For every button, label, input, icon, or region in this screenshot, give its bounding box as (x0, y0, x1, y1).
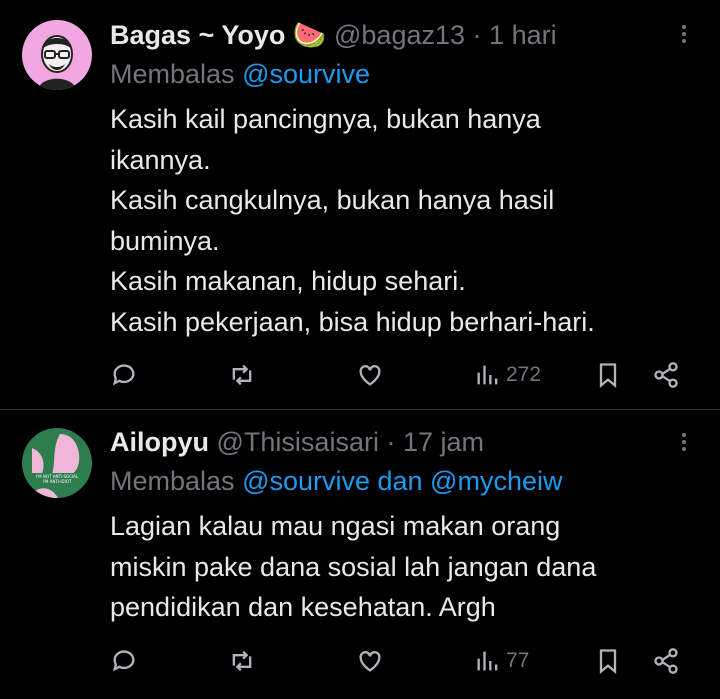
svg-text:I'M ANTI-IDIOT: I'M ANTI-IDIOT (43, 479, 72, 484)
emoji: 🍉 (292, 20, 327, 50)
tweet-text-line: miskin pake dana sosial lah jangan dana (110, 551, 597, 582)
more-icon[interactable] (672, 22, 696, 50)
reply-icon (112, 364, 135, 386)
tweet-text-line: buminya. (110, 225, 220, 256)
reply-mentions[interactable]: @sourvive (242, 59, 370, 89)
views-button[interactable]: 272 (474, 358, 541, 392)
retweet-button[interactable] (228, 358, 256, 392)
display-name[interactable]: Ailopyu (110, 427, 209, 457)
action-bar: 272 (110, 358, 690, 392)
timestamp[interactable]: 1 hari (489, 20, 557, 50)
share-button[interactable] (652, 358, 680, 392)
tweet[interactable]: I'M NOT ANTI-SOCIAL I'M ANTI-IDIOT Ailop… (0, 410, 720, 699)
views-button[interactable]: 77 (474, 644, 529, 678)
bookmark-button[interactable] (594, 358, 622, 392)
separator: · (386, 427, 396, 457)
timestamp[interactable]: 17 jam (403, 427, 484, 457)
tweet-text-line: ikannya. (110, 144, 211, 175)
reply-prefix: Membalas (110, 466, 235, 496)
tweet-text-line: Kasih pekerjaan, bisa hidup berhari-hari… (110, 306, 595, 337)
like-button[interactable] (356, 358, 384, 392)
tweet[interactable]: Bagas ~ Yoyo 🍉 @bagaz13 · 1 hari Membala… (0, 0, 720, 410)
views-count: 272 (506, 363, 542, 386)
tweet-text-line: Lagian kalau mau ngasi makan orang (110, 511, 561, 541)
bookmark-icon (599, 363, 617, 388)
reply-button[interactable] (110, 644, 138, 678)
action-bar: 77 (110, 644, 690, 678)
handle[interactable]: @bagaz13 (334, 20, 465, 50)
avatar[interactable]: I'M NOT ANTI-SOCIAL I'M ANTI-IDIOT (22, 428, 92, 498)
reply-mentions[interactable]: @sourvive dan @mycheiw (242, 466, 562, 496)
retweet-icon (232, 650, 252, 672)
tweet-text-line: pendidikan dan kesehatan. Argh (110, 592, 496, 622)
reply-icon (112, 650, 135, 672)
separator: · (472, 20, 482, 50)
display-name[interactable]: Bagas ~ Yoyo (110, 20, 285, 50)
bookmark-button[interactable] (594, 644, 622, 678)
tweet-text-line: Kasih kail pancingnya, bukan hanya (110, 104, 541, 134)
share-icon (654, 648, 678, 674)
more-icon[interactable] (672, 430, 696, 458)
reply-context: Membalas @sourvive (110, 58, 370, 90)
tweet-header: Ailopyu @Thisisaisari · 17 jam (110, 426, 484, 458)
reply-button[interactable] (110, 358, 138, 392)
reply-context: Membalas @sourvive dan @mycheiw (110, 465, 563, 497)
like-icon (359, 365, 381, 386)
views-icon (477, 651, 498, 671)
tweet-text-line: Kasih makanan, hidup sehari. (110, 266, 466, 296)
like-icon (359, 651, 381, 672)
views-icon (477, 365, 498, 385)
handle[interactable]: @Thisisaisari (217, 427, 379, 457)
views-count: 77 (506, 649, 530, 672)
reply-prefix: Membalas (110, 59, 235, 89)
like-button[interactable] (356, 644, 384, 678)
bookmark-icon (599, 649, 617, 674)
share-icon (654, 362, 678, 388)
tweet-text: Kasih kail pancingnya, bukan hanya ikann… (110, 99, 700, 342)
tweet-text: Lagian kalau mau ngasi makan orang miski… (110, 506, 700, 628)
tweet-header: Bagas ~ Yoyo 🍉 @bagaz13 · 1 hari (110, 19, 557, 51)
retweet-button[interactable] (228, 644, 256, 678)
share-button[interactable] (652, 644, 680, 678)
avatar[interactable] (22, 20, 92, 90)
retweet-icon (232, 364, 252, 386)
tweet-text-line: Kasih cangkulnya, bukan hanya hasil (110, 185, 555, 215)
